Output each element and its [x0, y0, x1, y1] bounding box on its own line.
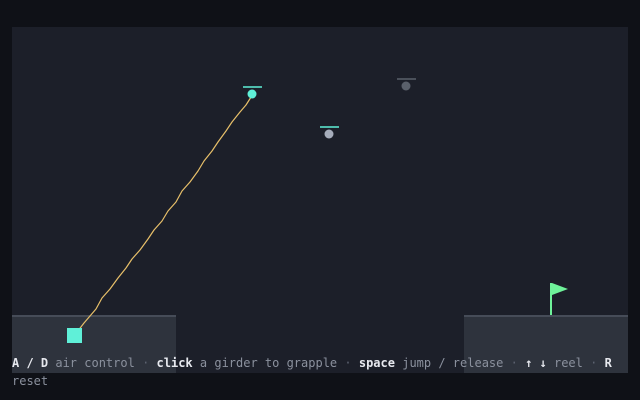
control-action: air control — [55, 356, 135, 370]
girder-anchor-active[interactable] — [243, 86, 262, 99]
control-key: ↑ ↓ — [525, 356, 547, 370]
control-action: jump / release — [402, 356, 504, 370]
girder-anchor-out-of-range[interactable] — [397, 78, 416, 91]
controls-hint: A / D air control · click a girder to gr… — [12, 354, 622, 390]
game-canvas[interactable] — [12, 27, 628, 373]
separator: · — [134, 356, 157, 370]
separator: · — [582, 356, 605, 370]
game-window: A / D air control · click a girder to gr… — [0, 0, 640, 400]
player-block — [67, 328, 82, 343]
control-key: A / D — [12, 356, 49, 370]
separator: · — [337, 356, 359, 370]
girder-anchor[interactable] — [320, 126, 339, 139]
goal-flag — [550, 283, 568, 315]
control-key: space — [358, 356, 395, 370]
grapple-rope — [73, 93, 254, 337]
control-action: reset — [12, 374, 49, 388]
control-action: reel — [553, 356, 583, 370]
control-action: a girder to grapple — [199, 356, 338, 370]
control-key: click — [156, 356, 193, 370]
control-key: R — [604, 356, 612, 370]
separator: · — [503, 356, 526, 370]
